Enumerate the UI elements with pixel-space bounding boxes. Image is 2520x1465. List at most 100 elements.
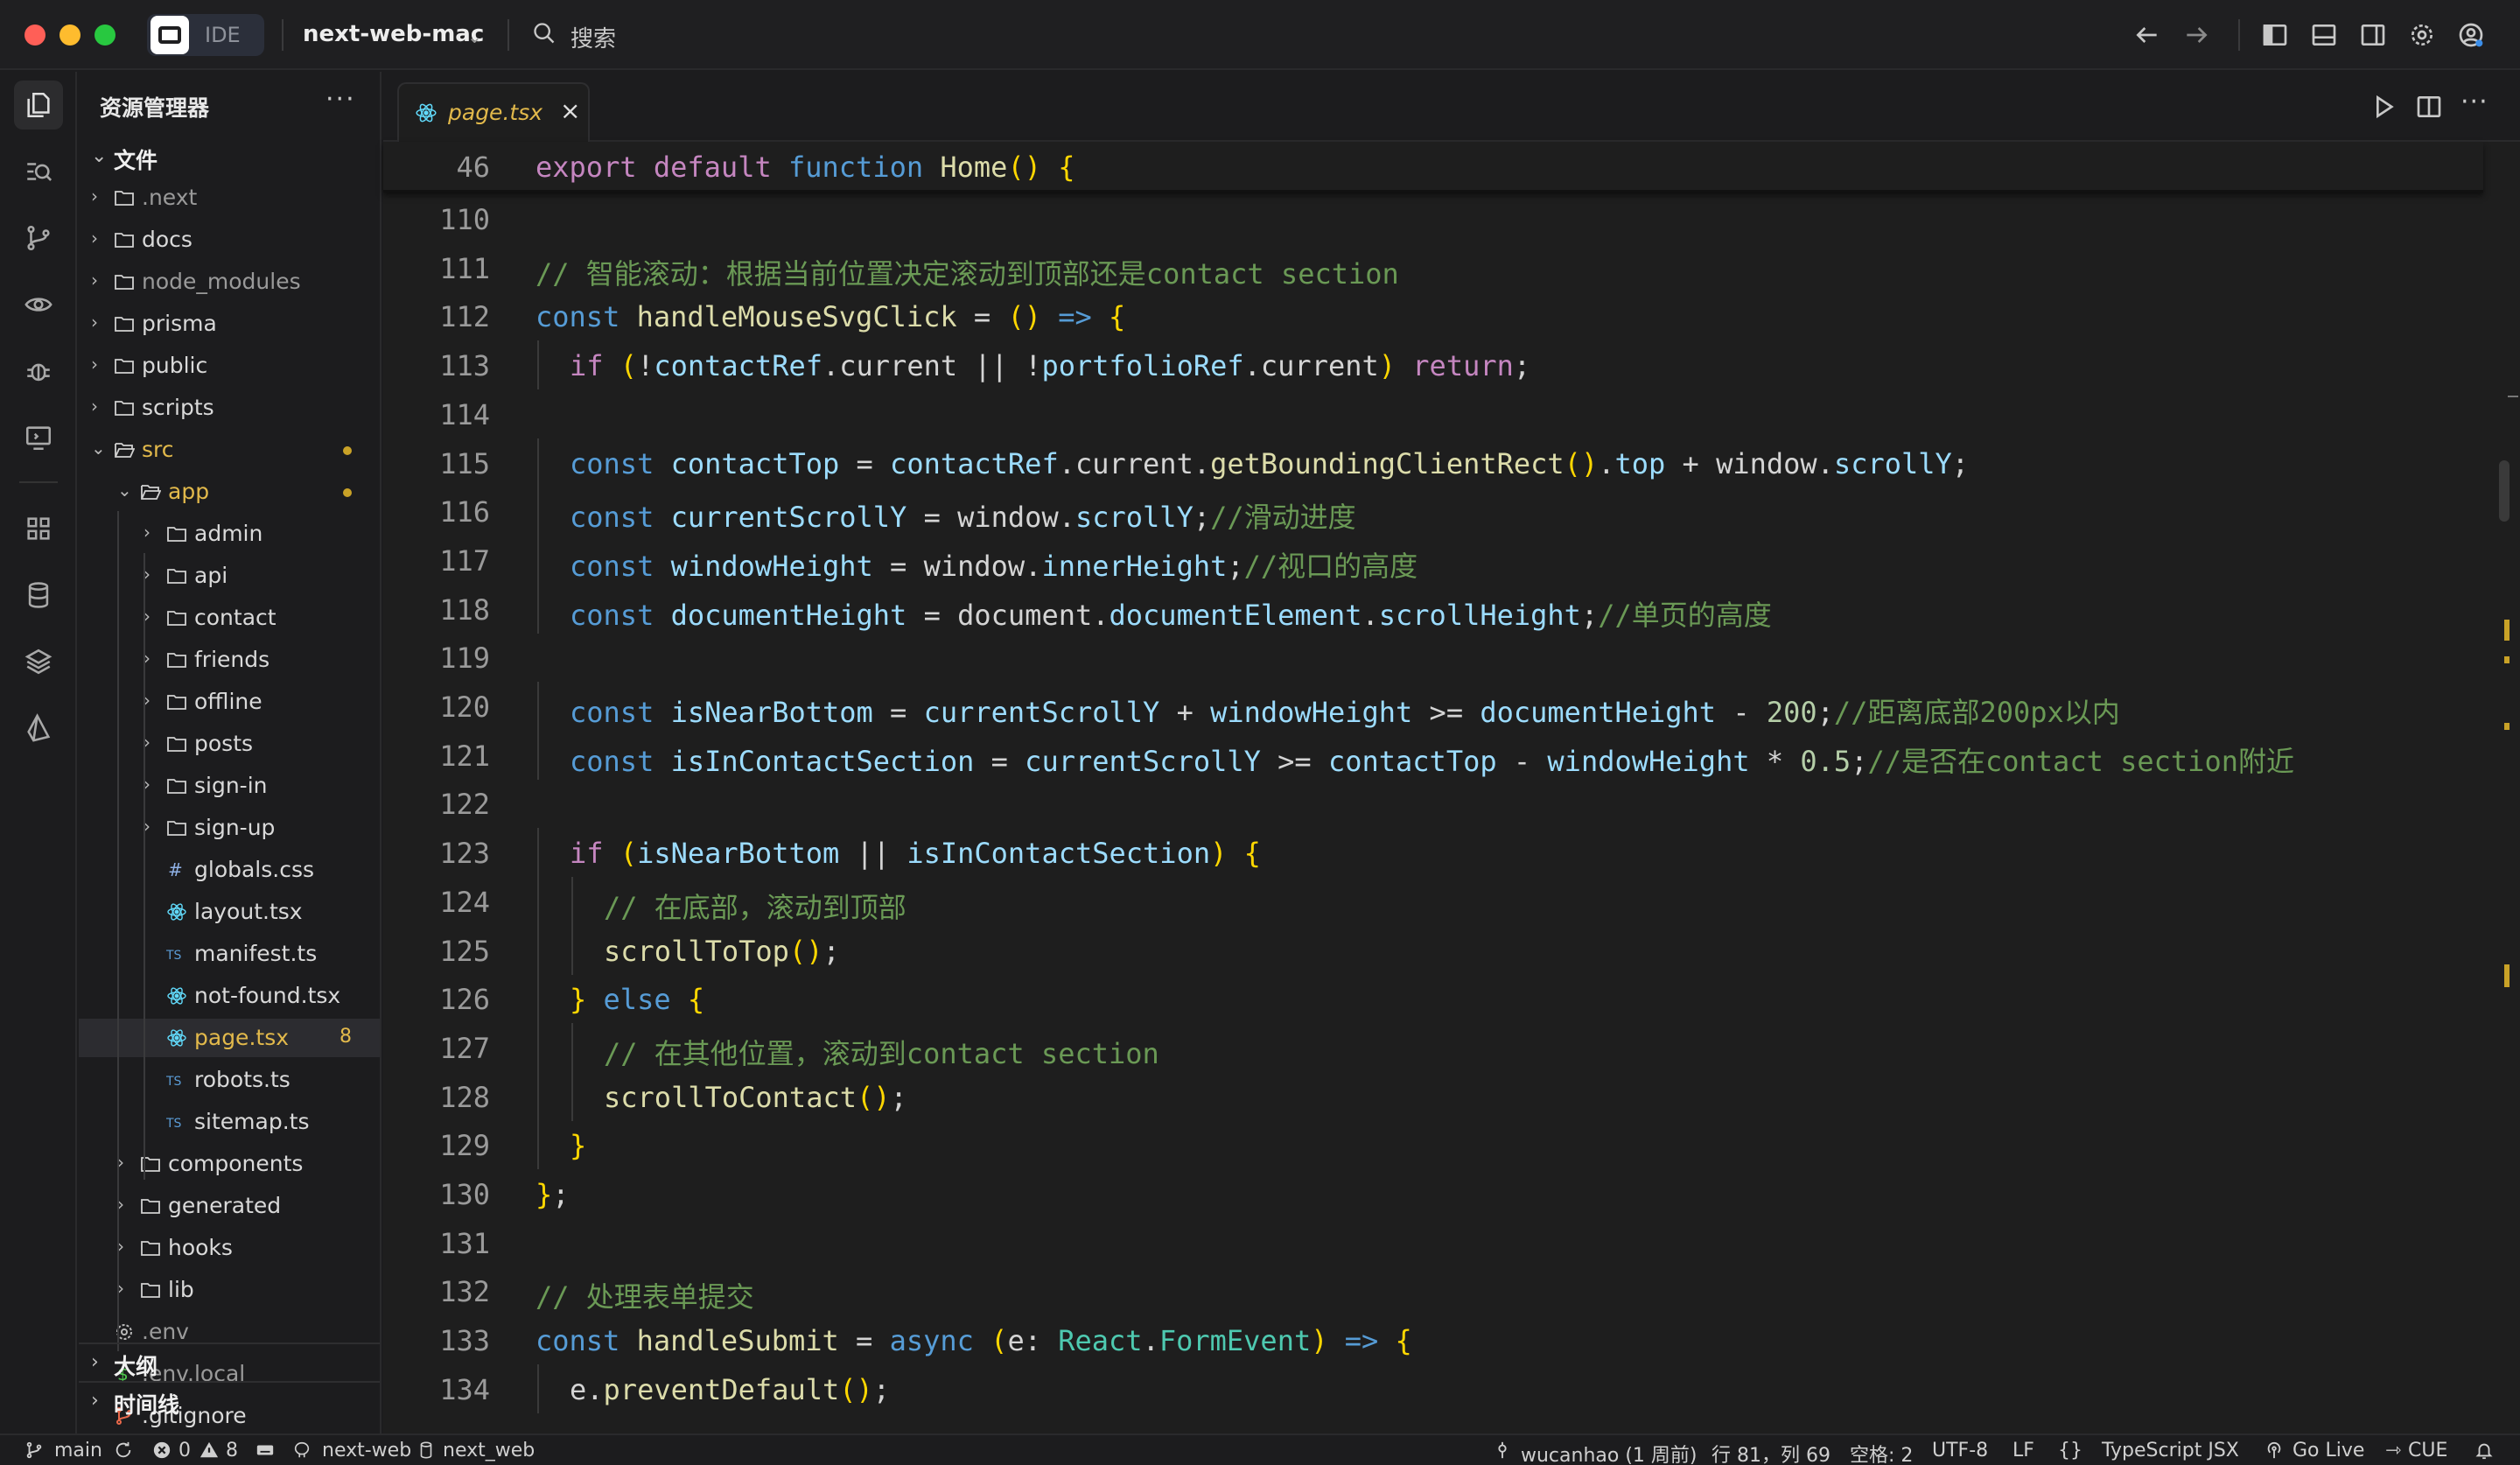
maximize-window-button[interactable] [94,25,116,46]
timeline-section-header[interactable]: › 时间线 [79,1381,380,1419]
error-count[interactable]: 0 [178,1440,191,1461]
code-line[interactable]: 125 scrollToTop(); [383,926,2483,975]
more-actions-icon[interactable]: ··· [326,84,356,115]
database-name[interactable]: next_web [443,1440,535,1461]
error-icon[interactable] [152,1440,172,1460]
file-tree-item[interactable]: › admin [79,515,380,553]
explorer-files-icon[interactable] [14,81,63,130]
prisma-icon[interactable] [14,704,63,753]
file-tree-item[interactable]: ⌄ app [79,473,380,511]
file-tree-item[interactable]: page.tsx 8 [79,1019,380,1057]
file-tree-item[interactable]: › prisma [79,305,380,343]
remote-name[interactable]: next-web [322,1440,411,1461]
preview-eye-icon[interactable] [14,280,63,329]
language-mode[interactable]: TypeScript JSX [2102,1440,2239,1461]
toggle-primary-sidebar-icon[interactable] [2259,19,2291,51]
file-tree-item[interactable]: › friends [79,641,380,679]
indentation[interactable]: 空格: 2 [1850,1440,1913,1465]
code-line[interactable]: 131 [383,1218,2483,1267]
settings-gear-icon[interactable] [2406,19,2438,51]
encoding[interactable]: UTF-8 [1932,1440,1988,1461]
forward-arrow-icon[interactable] [2180,19,2212,51]
project-switcher[interactable]: next-web-mac [303,21,484,47]
toggle-panel-icon[interactable] [2308,19,2340,51]
code-line[interactable]: 120 const isNearBottom = currentScrollY +… [383,682,2483,731]
code-line[interactable]: 121 const isInContactSection = currentScr… [383,731,2483,780]
file-tree-item[interactable]: › components [79,1145,380,1183]
files-section-header[interactable]: ⌄ 文件 [79,138,380,177]
chevron-down-icon[interactable]: ⌄ [467,26,482,47]
code-line[interactable]: 132 // 处理表单提交 [383,1266,2483,1315]
outline-section-header[interactable]: › 大纲 [79,1342,380,1381]
file-tree-item[interactable]: › node_modules [79,263,380,301]
code-line[interactable]: 134 e.preventDefault(); [383,1364,2483,1413]
code-line[interactable]: 115 const contactTop = contactRef.current… [383,438,2483,487]
code-line[interactable]: 117 const windowHeight = window.innerHeig… [383,536,2483,585]
code-line[interactable]: 112 const handleMouseSvgClick = () => { [383,291,2483,340]
file-tree-item[interactable]: › lib [79,1271,380,1309]
git-blame[interactable]: wucanhao (1 周前) [1521,1440,1698,1465]
file-tree-item[interactable]: › .next [79,179,380,217]
end-of-line[interactable]: LF [2012,1440,2034,1461]
file-tree-item[interactable]: TS manifest.ts [79,935,380,973]
warning-count[interactable]: 8 [226,1440,238,1461]
source-control-icon[interactable] [14,214,63,263]
code-line[interactable]: 123 if (isNearBottom || isInContactSectio… [383,828,2483,877]
code-line[interactable]: 133 const handleSubmit = async (e: React.… [383,1315,2483,1364]
code-line[interactable]: 111 // 智能滚动：根据当前位置决定滚动到顶部还是contact sectio… [383,243,2483,292]
database-icon[interactable] [14,571,63,620]
file-tree-item[interactable]: › posts [79,725,380,763]
search-icon[interactable] [532,21,556,46]
file-tree-item[interactable]: › contact [79,599,380,637]
code-line[interactable]: 110 [383,194,2483,243]
file-tree-item[interactable]: › api [79,557,380,595]
remote-explorer-icon[interactable] [14,413,63,462]
sync-icon[interactable] [114,1440,133,1460]
file-tree-item[interactable]: › hooks [79,1229,380,1267]
cursor-position[interactable]: 行 81，列 69 [1712,1440,1830,1465]
code-line[interactable]: 124 // 在底部，滚动到顶部 [383,877,2483,926]
git-branch-label[interactable]: main [54,1440,102,1461]
sticky-scroll-header[interactable]: 46 export default function Home() { [383,142,2483,193]
extensions-grid-icon[interactable] [14,504,63,553]
keyboard-icon[interactable] [256,1440,275,1460]
file-tree-item[interactable]: # globals.css [79,851,380,889]
tab-page-tsx[interactable]: page.tsx × [397,82,590,142]
run-play-icon[interactable] [2370,93,2399,123]
file-tree-item[interactable]: layout.tsx [79,893,380,931]
ide-mode-badge[interactable]: IDE [147,14,264,56]
file-tree-item[interactable]: › docs [79,221,380,259]
notifications-bell-icon[interactable] [2474,1440,2494,1460]
toggle-secondary-sidebar-icon[interactable] [2357,19,2389,51]
cue-status[interactable]: CUE [2408,1440,2447,1461]
code-line[interactable]: 114 [383,389,2483,438]
file-tree-item[interactable]: › public [79,347,380,385]
code-line[interactable]: 126} else { [383,974,2483,1023]
warning-icon[interactable] [200,1440,219,1460]
file-tree-item[interactable]: not-found.tsx [79,977,380,1015]
close-window-button[interactable] [24,25,46,46]
go-live-button[interactable]: Go Live [2292,1440,2364,1461]
file-tree-item[interactable]: TS sitemap.ts [79,1103,380,1141]
code-line[interactable]: 118 const documentHeight = document.docum… [383,585,2483,634]
account-icon[interactable] [2455,19,2487,51]
file-tree-item[interactable]: TS robots.ts [79,1061,380,1099]
debug-bug-icon[interactable] [14,347,63,396]
layers-icon[interactable] [14,637,63,686]
search-replace-icon[interactable] [14,147,63,196]
minimize-window-button[interactable] [60,25,80,46]
braces-icon[interactable]: {} [2058,1440,2082,1461]
file-tree-item[interactable]: › sign-in [79,767,380,805]
code-line[interactable]: 129} [383,1120,2483,1169]
code-line[interactable]: 127 // 在其他位置，滚动到contact section [383,1023,2483,1072]
back-arrow-icon[interactable] [2132,19,2163,51]
code-line[interactable]: 116 const currentScrollY = window.scrollY… [383,487,2483,536]
file-tree-item[interactable]: › offline [79,683,380,721]
code-line[interactable]: 122 [383,779,2483,828]
command-search-input[interactable]: 搜索 [570,21,616,53]
code-line[interactable]: 113 if (!contactRef.current || !portfolio… [383,340,2483,389]
file-tree-item[interactable]: › scripts [79,389,380,427]
scroll-thumb[interactable] [2499,460,2510,522]
file-tree-item[interactable]: › generated [79,1187,380,1225]
close-tab-icon[interactable]: × [560,96,580,125]
